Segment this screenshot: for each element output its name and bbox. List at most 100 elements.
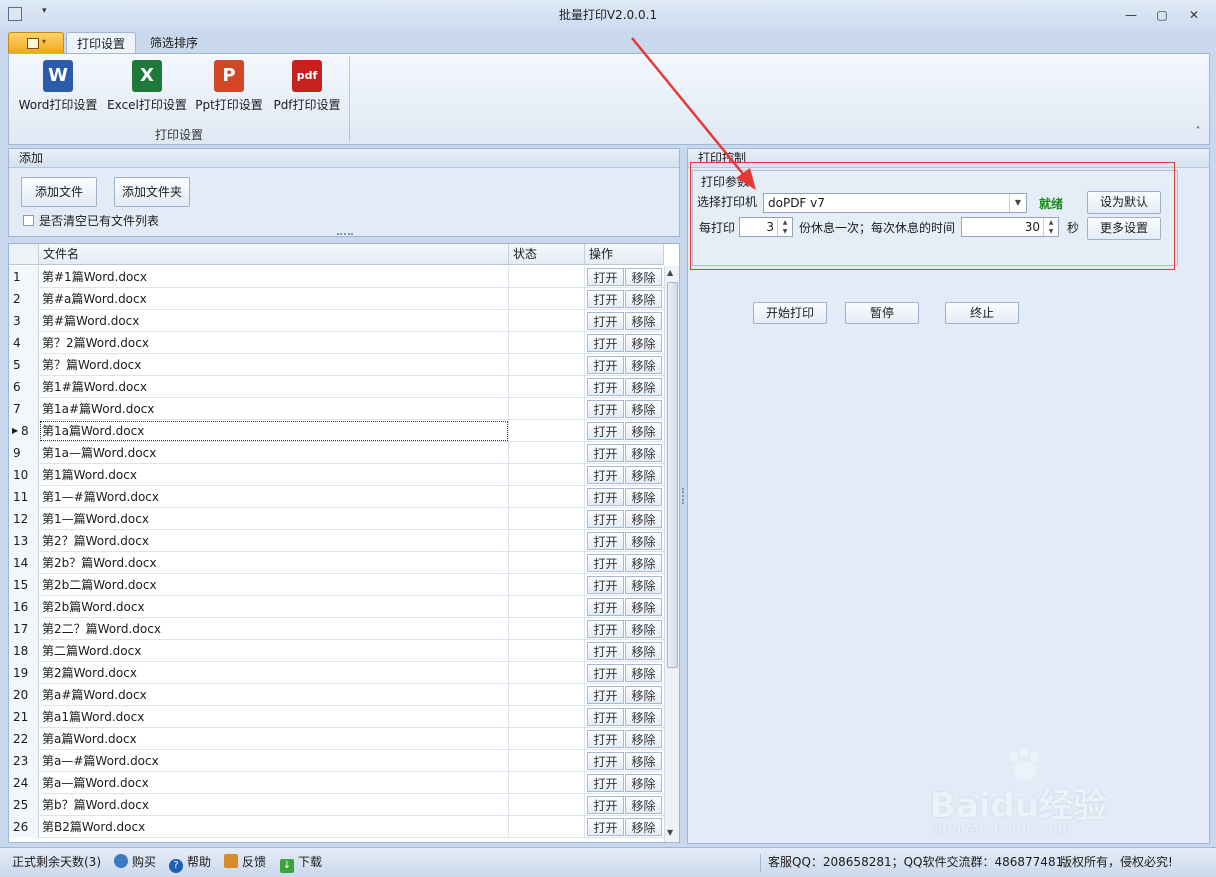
table-row[interactable]: 4 第？2篇Word.docx 打开 移除: [9, 332, 664, 354]
download-link[interactable]: ↓ 下载: [280, 852, 322, 873]
remove-file-button[interactable]: 移除: [625, 312, 662, 330]
collapse-ribbon-icon[interactable]: ˄: [1191, 126, 1205, 140]
open-file-button[interactable]: 打开: [587, 686, 624, 704]
table-row[interactable]: ▶ 8 第1a篇Word.docx 打开 移除: [9, 420, 664, 442]
remove-file-button[interactable]: 移除: [625, 290, 662, 308]
column-header-filename[interactable]: 文件名: [39, 244, 509, 265]
file-name-cell[interactable]: 第#篇Word.docx: [39, 310, 509, 332]
file-name-cell[interactable]: 第#1篇Word.docx: [39, 266, 509, 288]
open-file-button[interactable]: 打开: [587, 312, 624, 330]
column-header-actions[interactable]: 操作: [585, 244, 664, 265]
table-row[interactable]: 26 第B2篇Word.docx 打开 移除: [9, 816, 664, 838]
open-file-button[interactable]: 打开: [587, 268, 624, 286]
file-name-cell[interactable]: 第2b二篇Word.docx: [39, 574, 509, 596]
word-print-settings-button[interactable]: W Word打印设置: [15, 58, 101, 118]
start-print-button[interactable]: 开始打印: [753, 302, 827, 324]
ppt-print-settings-button[interactable]: P Ppt打印设置: [193, 58, 265, 118]
table-row[interactable]: 20 第a#篇Word.docx 打开 移除: [9, 684, 664, 706]
remove-file-button[interactable]: 移除: [625, 356, 662, 374]
remove-file-button[interactable]: 移除: [625, 444, 662, 462]
file-name-cell[interactable]: 第#a篇Word.docx: [39, 288, 509, 310]
tab-filter-sort[interactable]: 筛选排序: [140, 32, 208, 54]
remove-file-button[interactable]: 移除: [625, 488, 662, 506]
table-row[interactable]: 1 第#1篇Word.docx 打开 移除: [9, 266, 664, 288]
remove-file-button[interactable]: 移除: [625, 774, 662, 792]
file-name-cell[interactable]: 第1a篇Word.docx: [39, 420, 509, 442]
file-name-cell[interactable]: 第a1篇Word.docx: [39, 706, 509, 728]
table-row[interactable]: 19 第2篇Word.docx 打开 移除: [9, 662, 664, 684]
file-name-cell[interactable]: 第2b篇Word.docx: [39, 596, 509, 618]
remove-file-button[interactable]: 移除: [625, 730, 662, 748]
open-file-button[interactable]: 打开: [587, 378, 624, 396]
remove-file-button[interactable]: 移除: [625, 466, 662, 484]
tab-print-settings[interactable]: 打印设置: [66, 32, 137, 54]
open-file-button[interactable]: 打开: [587, 576, 624, 594]
remove-file-button[interactable]: 移除: [625, 422, 662, 440]
file-name-cell[interactable]: 第a—#篇Word.docx: [39, 750, 509, 772]
remove-file-button[interactable]: 移除: [625, 642, 662, 660]
file-name-cell[interactable]: 第1—篇Word.docx: [39, 508, 509, 530]
table-row[interactable]: 22 第a篇Word.docx 打开 移除: [9, 728, 664, 750]
splitter-grip[interactable]: [337, 233, 353, 237]
open-file-button[interactable]: 打开: [587, 554, 624, 572]
open-file-button[interactable]: 打开: [587, 774, 624, 792]
pause-button[interactable]: 暂停: [845, 302, 919, 324]
clear-list-checkbox[interactable]: [23, 215, 34, 226]
open-file-button[interactable]: 打开: [587, 444, 624, 462]
file-name-cell[interactable]: 第1a—篇Word.docx: [39, 442, 509, 464]
table-row[interactable]: 21 第a1篇Word.docx 打开 移除: [9, 706, 664, 728]
remove-file-button[interactable]: 移除: [625, 378, 662, 396]
remove-file-button[interactable]: 移除: [625, 796, 662, 814]
remove-file-button[interactable]: 移除: [625, 268, 662, 286]
open-file-button[interactable]: 打开: [587, 620, 624, 638]
pdf-print-settings-button[interactable]: pdf Pdf打印设置: [271, 58, 343, 118]
file-name-cell[interactable]: 第B2篇Word.docx: [39, 816, 509, 838]
remove-file-button[interactable]: 移除: [625, 620, 662, 638]
table-row[interactable]: 25 第b？篇Word.docx 打开 移除: [9, 794, 664, 816]
application-menu-button[interactable]: ▾: [8, 32, 64, 54]
scroll-up-icon[interactable]: ▲: [667, 268, 673, 277]
file-name-cell[interactable]: 第？2篇Word.docx: [39, 332, 509, 354]
table-row[interactable]: 24 第a—篇Word.docx 打开 移除: [9, 772, 664, 794]
excel-print-settings-button[interactable]: X Excel打印设置: [105, 58, 189, 118]
file-name-cell[interactable]: 第1篇Word.docx: [39, 464, 509, 486]
table-row[interactable]: 12 第1—篇Word.docx 打开 移除: [9, 508, 664, 530]
remove-file-button[interactable]: 移除: [625, 752, 662, 770]
file-name-cell[interactable]: 第1a#篇Word.docx: [39, 398, 509, 420]
table-row[interactable]: 10 第1篇Word.docx 打开 移除: [9, 464, 664, 486]
remove-file-button[interactable]: 移除: [625, 510, 662, 528]
table-row[interactable]: 2 第#a篇Word.docx 打开 移除: [9, 288, 664, 310]
table-row[interactable]: 13 第2？篇Word.docx 打开 移除: [9, 530, 664, 552]
scroll-down-icon[interactable]: ▼: [667, 828, 673, 837]
open-file-button[interactable]: 打开: [587, 466, 624, 484]
file-name-cell[interactable]: 第2？篇Word.docx: [39, 530, 509, 552]
buy-link[interactable]: 购买: [114, 852, 156, 872]
table-row[interactable]: 23 第a—#篇Word.docx 打开 移除: [9, 750, 664, 772]
file-name-cell[interactable]: 第a篇Word.docx: [39, 728, 509, 750]
open-file-button[interactable]: 打开: [587, 400, 624, 418]
open-file-button[interactable]: 打开: [587, 642, 624, 660]
open-file-button[interactable]: 打开: [587, 818, 624, 836]
file-name-cell[interactable]: 第b？篇Word.docx: [39, 794, 509, 816]
table-row[interactable]: 14 第2b？篇Word.docx 打开 移除: [9, 552, 664, 574]
open-file-button[interactable]: 打开: [587, 488, 624, 506]
table-row[interactable]: 3 第#篇Word.docx 打开 移除: [9, 310, 664, 332]
open-file-button[interactable]: 打开: [587, 708, 624, 726]
remove-file-button[interactable]: 移除: [625, 400, 662, 418]
open-file-button[interactable]: 打开: [587, 796, 624, 814]
file-name-cell[interactable]: 第？篇Word.docx: [39, 354, 509, 376]
open-file-button[interactable]: 打开: [587, 598, 624, 616]
column-header-status[interactable]: 状态: [509, 244, 585, 265]
file-name-cell[interactable]: 第a#篇Word.docx: [39, 684, 509, 706]
remove-file-button[interactable]: 移除: [625, 598, 662, 616]
minimize-button[interactable]: —: [1120, 6, 1142, 24]
open-file-button[interactable]: 打开: [587, 664, 624, 682]
open-file-button[interactable]: 打开: [587, 730, 624, 748]
add-folder-button[interactable]: 添加文件夹: [114, 177, 190, 207]
restore-button[interactable]: ▢: [1151, 6, 1173, 24]
open-file-button[interactable]: 打开: [587, 334, 624, 352]
open-file-button[interactable]: 打开: [587, 532, 624, 550]
table-row[interactable]: 5 第？篇Word.docx 打开 移除: [9, 354, 664, 376]
remove-file-button[interactable]: 移除: [625, 708, 662, 726]
table-row[interactable]: 18 第二篇Word.docx 打开 移除: [9, 640, 664, 662]
